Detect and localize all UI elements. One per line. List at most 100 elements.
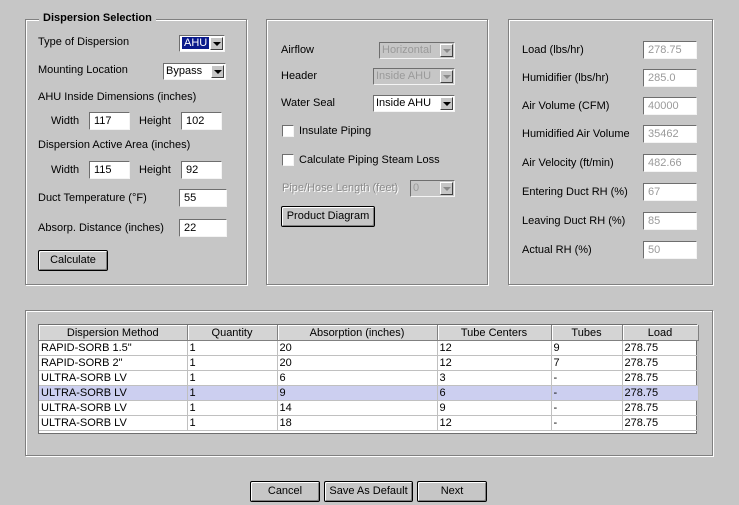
column-header[interactable]: Dispersion Method xyxy=(39,325,188,341)
table-cell: 12 xyxy=(437,340,552,356)
air-velocity-value: 482.66 xyxy=(643,154,697,172)
table-cell: 278.75 xyxy=(622,415,699,431)
table-cell: RAPID-SORB 1.5" xyxy=(39,340,188,356)
header-select[interactable]: Inside AHU xyxy=(373,68,455,85)
table-cell: 278.75 xyxy=(622,370,699,386)
humidified-air-volume-value: 35462 xyxy=(643,125,697,143)
water-seal-label: Water Seal xyxy=(281,97,336,109)
calc-steam-loss-label: Calculate Piping Steam Loss xyxy=(299,154,440,166)
table-cell: 1 xyxy=(187,400,278,416)
table-row[interactable]: RAPID-SORB 2" 1 20 12 7 278.75 xyxy=(39,355,699,371)
table-row[interactable]: ULTRA-SORB LV 1 14 9 - 278.75 xyxy=(39,400,699,416)
table-cell: 20 xyxy=(277,355,438,371)
active-width-label: Width xyxy=(51,164,80,176)
entering-duct-rh-label: Entering Duct RH (%) xyxy=(522,186,628,198)
product-diagram-button[interactable]: Product Diagram xyxy=(281,206,375,227)
cancel-button[interactable]: Cancel xyxy=(250,481,320,502)
table-cell: 12 xyxy=(437,355,552,371)
table-row[interactable]: ULTRA-SORB LV 1 18 12 - 278.75 xyxy=(39,415,699,431)
header-value: Inside AHU xyxy=(376,70,432,82)
absorp-distance-input[interactable]: 22 xyxy=(179,219,227,237)
table-cell: - xyxy=(551,400,623,416)
mounting-location-label: Mounting Location xyxy=(38,64,128,76)
dispersion-table: Dispersion Method Quantity Absorption (i… xyxy=(38,324,699,434)
type-of-dispersion-select[interactable]: AHU xyxy=(179,35,225,52)
table-cell: ULTRA-SORB LV xyxy=(39,415,188,431)
chevron-down-icon xyxy=(440,182,453,195)
active-width-input[interactable]: 115 xyxy=(89,161,130,179)
ahu-height-input[interactable]: 102 xyxy=(181,112,222,130)
active-height-input[interactable]: 92 xyxy=(181,161,222,179)
table-cell: - xyxy=(551,370,623,386)
table-cell: 1 xyxy=(187,385,278,401)
chevron-down-icon xyxy=(440,70,453,83)
calculate-button[interactable]: Calculate xyxy=(38,250,108,271)
type-of-dispersion-value: AHU xyxy=(182,37,210,49)
airflow-value: Horizontal xyxy=(382,44,432,56)
absorp-distance-label: Absorp. Distance (inches) xyxy=(38,222,164,234)
pipe-length-value: 0 xyxy=(413,182,420,194)
table-cell: 1 xyxy=(187,340,278,356)
airflow-select[interactable]: Horizontal xyxy=(379,42,455,59)
mounting-location-value: Bypass xyxy=(166,65,203,77)
table-cell: RAPID-SORB 2" xyxy=(39,355,188,371)
chevron-down-icon xyxy=(440,44,453,57)
airflow-label: Airflow xyxy=(281,44,315,56)
insulate-piping-checkbox[interactable] xyxy=(282,125,294,137)
chevron-down-icon xyxy=(211,65,224,78)
table-cell: 6 xyxy=(437,385,552,401)
insulate-piping-label: Insulate Piping xyxy=(299,125,372,137)
table-cell: ULTRA-SORB LV xyxy=(39,385,188,401)
leaving-duct-rh-label: Leaving Duct RH (%) xyxy=(522,215,626,227)
calc-steam-loss-checkbox[interactable] xyxy=(282,154,294,166)
humidifier-label: Humidifier (lbs/hr) xyxy=(522,72,609,84)
table-header-row: Dispersion Method Quantity Absorption (i… xyxy=(39,325,699,341)
water-seal-select[interactable]: Inside AHU xyxy=(373,95,455,112)
actual-rh-label: Actual RH (%) xyxy=(522,244,592,256)
column-header[interactable]: Tube Centers xyxy=(437,325,552,341)
actual-rh-value: 50 xyxy=(643,241,697,259)
ahu-width-input[interactable]: 117 xyxy=(89,112,130,130)
table-cell: 18 xyxy=(277,415,438,431)
table-row-selected[interactable]: ULTRA-SORB LV 1 9 6 - 278.75 xyxy=(39,385,699,401)
table-cell: 278.75 xyxy=(622,355,699,371)
pipe-length-select[interactable]: 0 xyxy=(410,180,455,197)
column-header[interactable]: Tubes xyxy=(551,325,623,341)
air-volume-label: Air Volume (CFM) xyxy=(522,100,610,112)
mounting-location-select[interactable]: Bypass xyxy=(163,63,226,80)
leaving-duct-rh-value: 85 xyxy=(643,212,697,230)
ahu-dimensions-label: AHU Inside Dimensions (inches) xyxy=(38,91,197,103)
dispersion-selection-legend: Dispersion Selection xyxy=(39,12,156,24)
active-height-label: Height xyxy=(139,164,171,176)
table-cell: 6 xyxy=(277,370,438,386)
table-cell: - xyxy=(551,385,623,401)
table-cell: 20 xyxy=(277,340,438,356)
column-header[interactable]: Absorption (inches) xyxy=(277,325,438,341)
table-cell: 1 xyxy=(187,355,278,371)
table-row[interactable]: ULTRA-SORB LV 1 6 3 - 278.75 xyxy=(39,370,699,386)
duct-temperature-label: Duct Temperature (°F) xyxy=(38,192,147,204)
next-button[interactable]: Next xyxy=(417,481,487,502)
table-cell: 3 xyxy=(437,370,552,386)
table-cell: 278.75 xyxy=(622,340,699,356)
water-seal-value: Inside AHU xyxy=(376,97,432,109)
entering-duct-rh-value: 67 xyxy=(643,183,697,201)
active-area-label: Dispersion Active Area (inches) xyxy=(38,139,191,151)
chevron-down-icon xyxy=(210,37,223,50)
load-label: Load (lbs/hr) xyxy=(522,44,584,56)
table-cell: ULTRA-SORB LV xyxy=(39,370,188,386)
air-volume-value: 40000 xyxy=(643,97,697,115)
table-cell: 9 xyxy=(437,400,552,416)
humidified-air-volume-label: Humidified Air Volume xyxy=(522,128,630,140)
header-label: Header xyxy=(281,70,318,82)
table-cell: ULTRA-SORB LV xyxy=(39,400,188,416)
table-row[interactable]: RAPID-SORB 1.5" 1 20 12 9 278.75 xyxy=(39,340,699,356)
table-cell: 278.75 xyxy=(622,400,699,416)
column-header[interactable]: Quantity xyxy=(187,325,278,341)
duct-temperature-input[interactable]: 55 xyxy=(179,189,227,207)
column-header[interactable]: Load xyxy=(622,325,699,341)
pipe-length-label: Pipe/Hose Length (feet) xyxy=(282,182,399,194)
load-value: 278.75 xyxy=(643,41,697,59)
save-as-default-button[interactable]: Save As Default xyxy=(324,481,413,502)
air-velocity-label: Air Velocity (ft/min) xyxy=(522,157,614,169)
